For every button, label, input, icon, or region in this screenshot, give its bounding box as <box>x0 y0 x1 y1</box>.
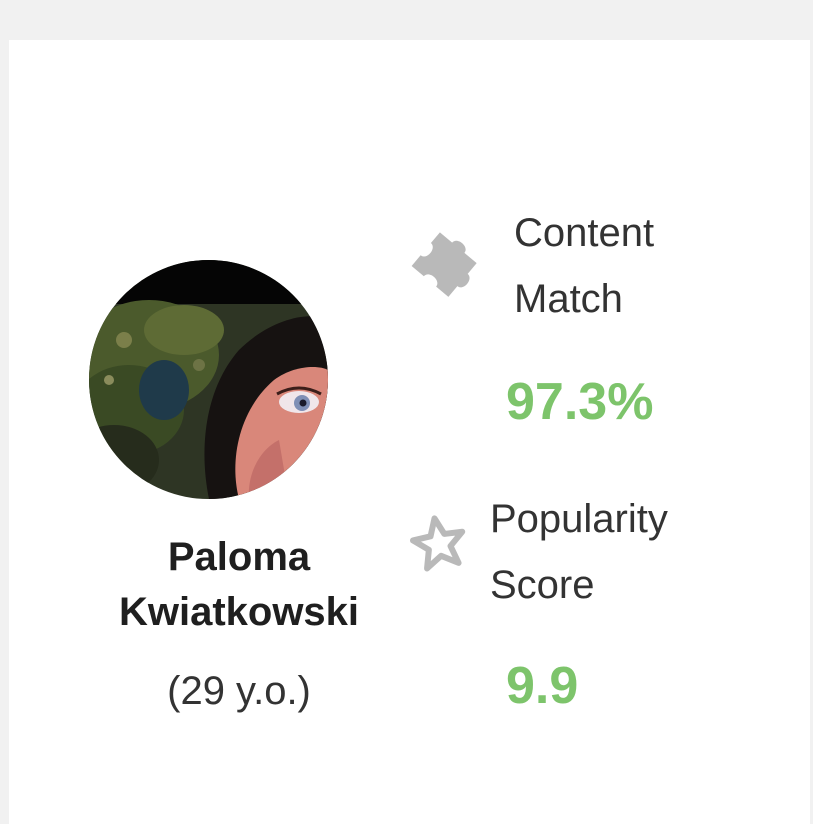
profile-name: Paloma Kwiatkowski <box>69 530 409 640</box>
avatar <box>89 260 328 499</box>
profile-card: Paloma Kwiatkowski (29 y.o.) Content Mat… <box>9 40 810 824</box>
content-match-value: 97.3% <box>506 373 654 431</box>
star-outline-icon <box>407 512 471 581</box>
first-name: Paloma <box>167 535 311 579</box>
puzzle-piece-icon <box>406 218 490 307</box>
popularity-score-label: Popularity Score <box>490 497 668 607</box>
avatar-photo <box>89 260 328 499</box>
profile-age: (29 y.o.) <box>167 669 311 713</box>
popularity-score-value: 9.9 <box>506 657 579 715</box>
content-match-label: Content Match <box>514 211 655 321</box>
last-name: Kwiatkowski <box>118 590 360 634</box>
